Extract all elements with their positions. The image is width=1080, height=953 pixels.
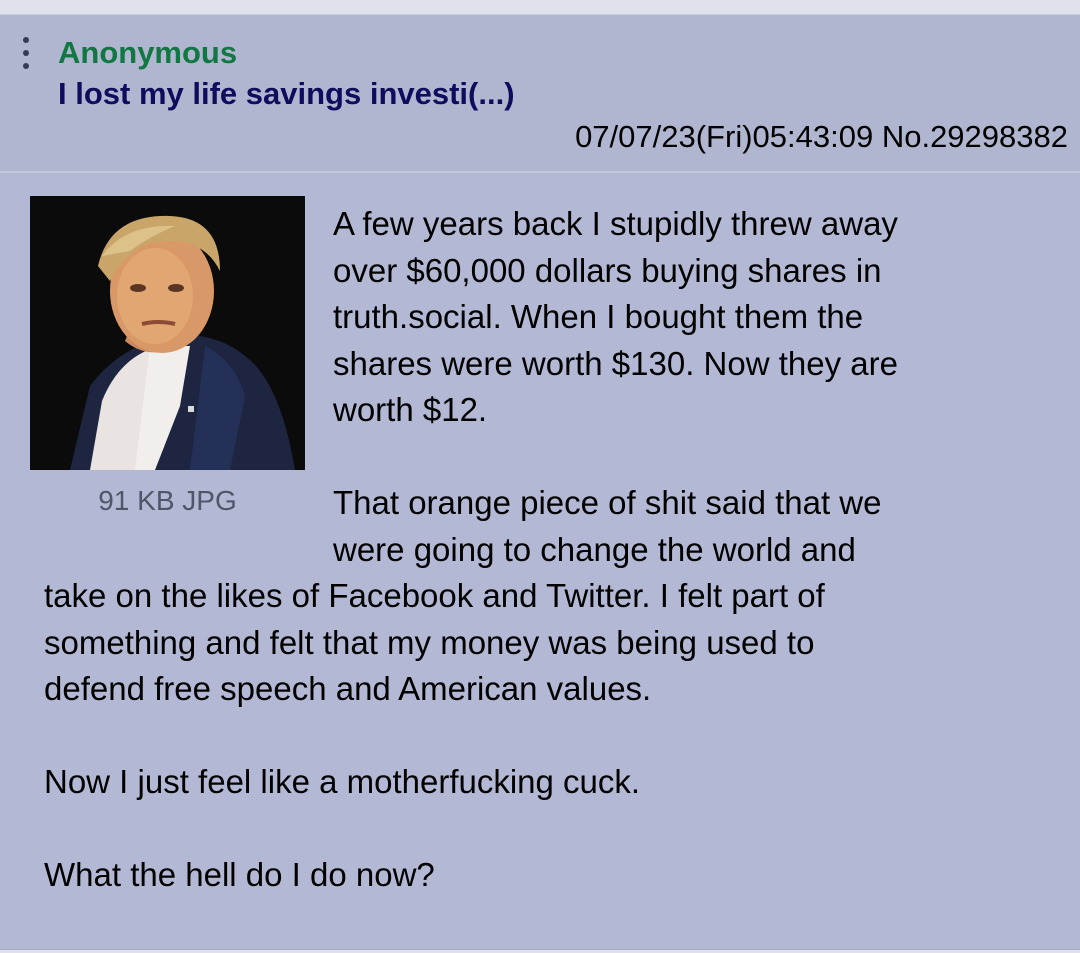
post-text-line: take on the likes of Facebook and Twitte…	[44, 577, 825, 614]
post-container: Anonymous I lost my life savings investi…	[0, 14, 1080, 950]
image-float-spacer	[44, 201, 333, 571]
post-header: Anonymous I lost my life savings investi…	[0, 15, 1080, 173]
poster-name: Anonymous	[58, 35, 238, 70]
post-text-line: What the hell do I do now?	[44, 856, 435, 893]
post-text-line: Now I just feel like a motherfucking cuc…	[44, 763, 641, 800]
post-text-line: something and felt that my money was bei…	[44, 623, 815, 661]
post-paragraph: Now I just feel like a motherfucking cuc…	[44, 759, 1044, 806]
post-message: A few years back I stupidly threw away ov…	[44, 201, 1044, 945]
post-menu-icon[interactable]	[18, 37, 34, 77]
post-subject[interactable]: I lost my life savings investi(...)	[58, 76, 515, 112]
post-datetime: 07/07/23(Fri)05:43:09	[575, 119, 874, 154]
post-text-line: defend free speech and American values.	[44, 670, 652, 707]
post-number[interactable]: No.29298382	[882, 119, 1068, 154]
post-meta: 07/07/23(Fri)05:43:09 No.29298382	[575, 119, 1068, 155]
post-paragraph: What the hell do I do now?	[44, 852, 1044, 899]
post-body: 91 KB JPG A few years back I stupidly th…	[0, 173, 1080, 949]
